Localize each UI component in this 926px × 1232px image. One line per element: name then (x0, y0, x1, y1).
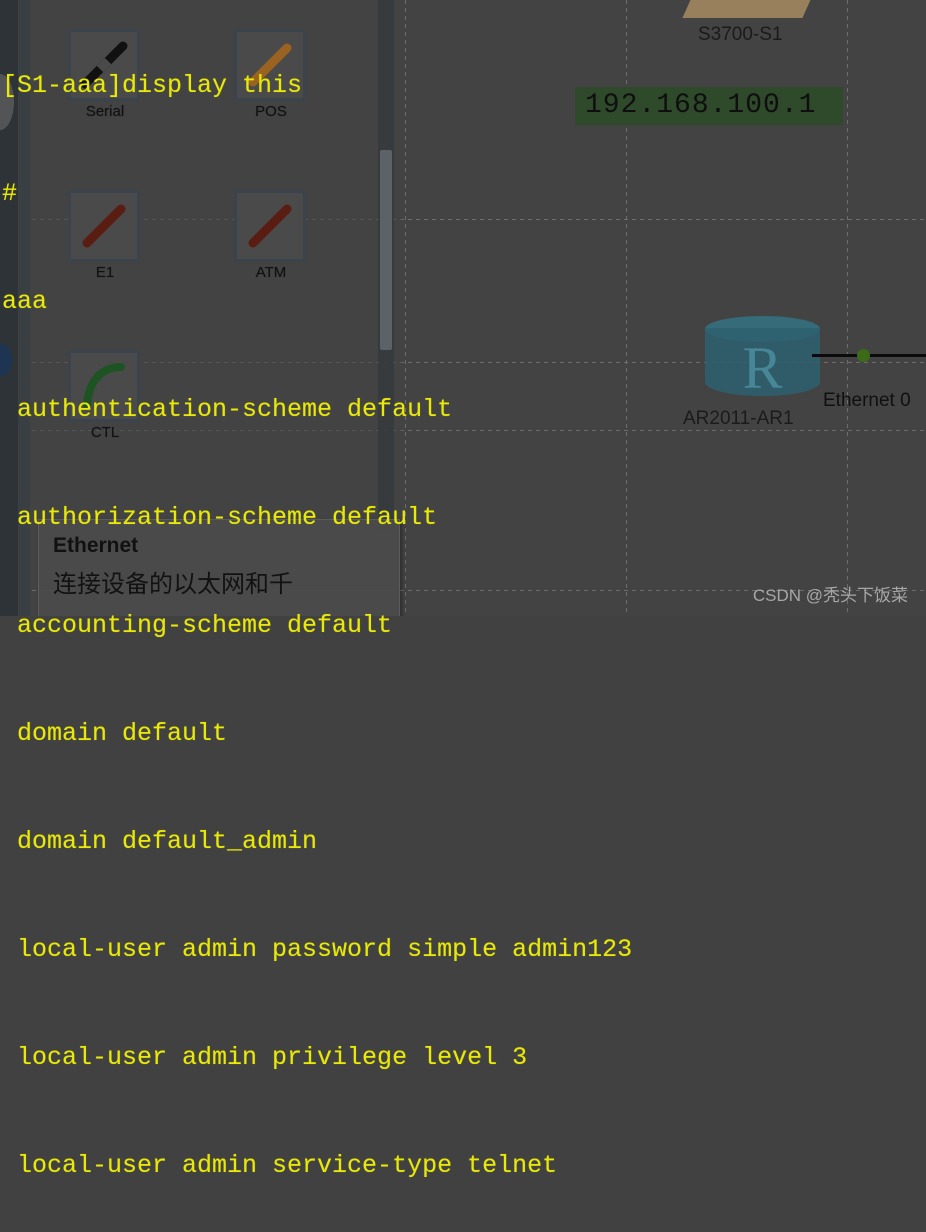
terminal-line: local-user admin service-type telnet (2, 1151, 558, 1180)
terminal-line: authorization-scheme default (2, 503, 438, 532)
terminal-line: # (2, 179, 18, 208)
terminal-line: accounting-scheme default (2, 611, 393, 640)
terminal-line: [S1-aaa]display this (2, 71, 303, 100)
terminal-line: domain default (2, 719, 228, 748)
cli-terminal-overlay[interactable]: [S1-aaa]display this # aaa authenticatio… (0, 0, 926, 1180)
terminal-line: local-user admin privilege level 3 (2, 1043, 528, 1072)
terminal-line: aaa (2, 287, 48, 316)
watermark: CSDN @秃头下饭菜 (752, 586, 908, 605)
terminal-line: domain default_admin (2, 827, 318, 856)
terminal-line: authentication-scheme default (2, 395, 453, 424)
terminal-line: local-user admin password simple admin12… (2, 935, 633, 964)
